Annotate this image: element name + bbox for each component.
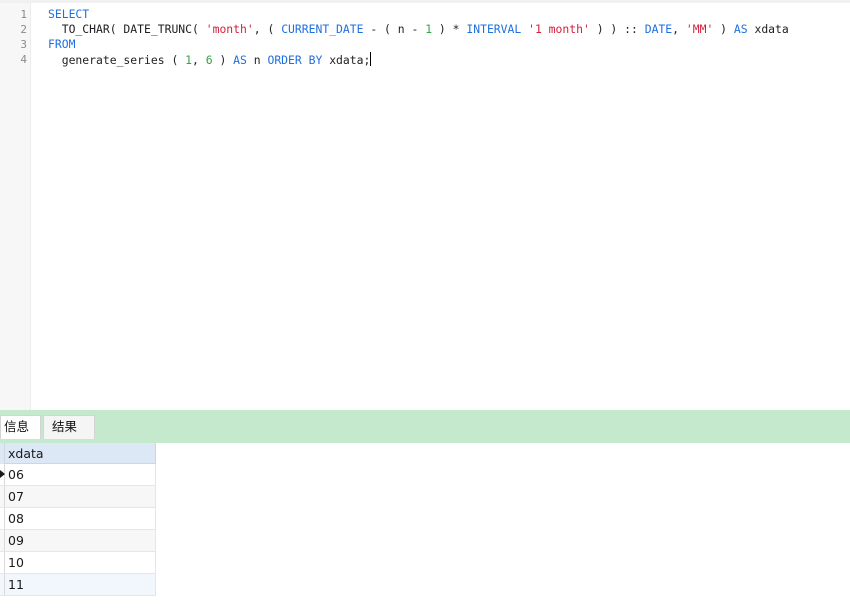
code-line-3[interactable]: FROM <box>48 37 75 52</box>
row-selector[interactable] <box>0 508 5 529</box>
code-token: generate_series ( <box>48 53 186 67</box>
table-row[interactable]: 10 <box>0 552 156 574</box>
text-cursor <box>370 52 372 66</box>
code-token-num: 6 <box>205 53 213 67</box>
table-row[interactable]: 11 <box>0 574 156 596</box>
table-cell[interactable]: 07 <box>8 486 24 507</box>
table-row[interactable]: 07 <box>0 486 156 508</box>
table-row[interactable]: 08 <box>0 508 156 530</box>
table-row[interactable]: 09 <box>0 530 156 552</box>
column-header-xdata[interactable]: xdata <box>8 443 44 464</box>
code-token-kw: DATE <box>644 22 673 36</box>
code-token-str: 'MM' <box>685 22 714 36</box>
sql-editor[interactable]: 1 2 3 4 SELECT TO_CHAR( DATE_TRUNC( 'mon… <box>0 0 850 413</box>
line-number-3: 3 <box>20 38 27 51</box>
table-cell[interactable]: 09 <box>8 530 24 551</box>
line-number-1: 1 <box>20 8 27 21</box>
row-selector[interactable] <box>0 486 5 507</box>
current-row-arrow-icon <box>0 470 5 478</box>
code-token-kw: AS <box>733 22 748 36</box>
row-selector[interactable] <box>0 464 5 485</box>
code-token-kw: ORDER BY <box>267 53 323 67</box>
table-cell[interactable]: 08 <box>8 508 24 529</box>
code-token-kw: AS <box>233 53 247 67</box>
code-token-kw: FROM <box>48 37 76 51</box>
code-line-1[interactable]: SELECT <box>48 7 89 22</box>
code-token: xdata <box>747 22 789 36</box>
table-row[interactable]: 06 <box>0 464 156 486</box>
row-selector[interactable] <box>0 530 5 551</box>
code-token: ) * <box>432 22 467 36</box>
table-cell[interactable]: 06 <box>8 464 24 485</box>
code-token-kw: SELECT <box>48 7 90 21</box>
code-token-num: 1 <box>185 53 193 67</box>
code-token-str: 'month' <box>205 22 254 36</box>
code-token: xdata; <box>322 53 371 67</box>
code-token-kw: INTERVAL <box>466 22 522 36</box>
code-token: ) ) :: <box>589 22 645 36</box>
result-grid: xdata 06 07 08 09 10 11 <box>0 443 156 596</box>
sql-client-window: 1 2 3 4 SELECT TO_CHAR( DATE_TRUNC( 'mon… <box>0 0 850 608</box>
code-token: ) <box>212 53 234 67</box>
line-number-gutter: 1 2 3 4 <box>0 3 31 410</box>
grid-header-row: xdata <box>0 443 156 464</box>
table-cell[interactable]: 10 <box>8 552 24 573</box>
code-token: , <box>672 22 686 36</box>
code-token-kw: CURRENT_DATE <box>281 22 364 36</box>
table-cell[interactable]: 11 <box>8 574 24 595</box>
code-line-4[interactable]: generate_series ( 1, 6 ) AS n ORDER BY x… <box>48 52 372 68</box>
code-token: n <box>246 53 268 67</box>
code-token: ) <box>713 22 734 36</box>
code-token: , <box>192 53 206 67</box>
code-line-2[interactable]: TO_CHAR( DATE_TRUNC( 'month', ( CURRENT_… <box>48 22 789 37</box>
line-number-2: 2 <box>20 23 27 36</box>
row-selector[interactable] <box>0 552 5 573</box>
tab-result-1[interactable]: 结果 1 <box>43 415 95 456</box>
result-tab-bar: 信息 结果 1 <box>0 410 850 456</box>
row-selector[interactable] <box>0 574 5 595</box>
code-token: TO_CHAR( DATE_TRUNC( <box>48 22 206 36</box>
tab-info[interactable]: 信息 <box>0 415 41 439</box>
line-number-4: 4 <box>20 53 27 66</box>
code-token: , ( <box>253 22 282 36</box>
code-token: - ( n - <box>363 22 426 36</box>
row-selector-header[interactable] <box>0 443 5 464</box>
code-token-str: '1 month' <box>528 22 590 36</box>
